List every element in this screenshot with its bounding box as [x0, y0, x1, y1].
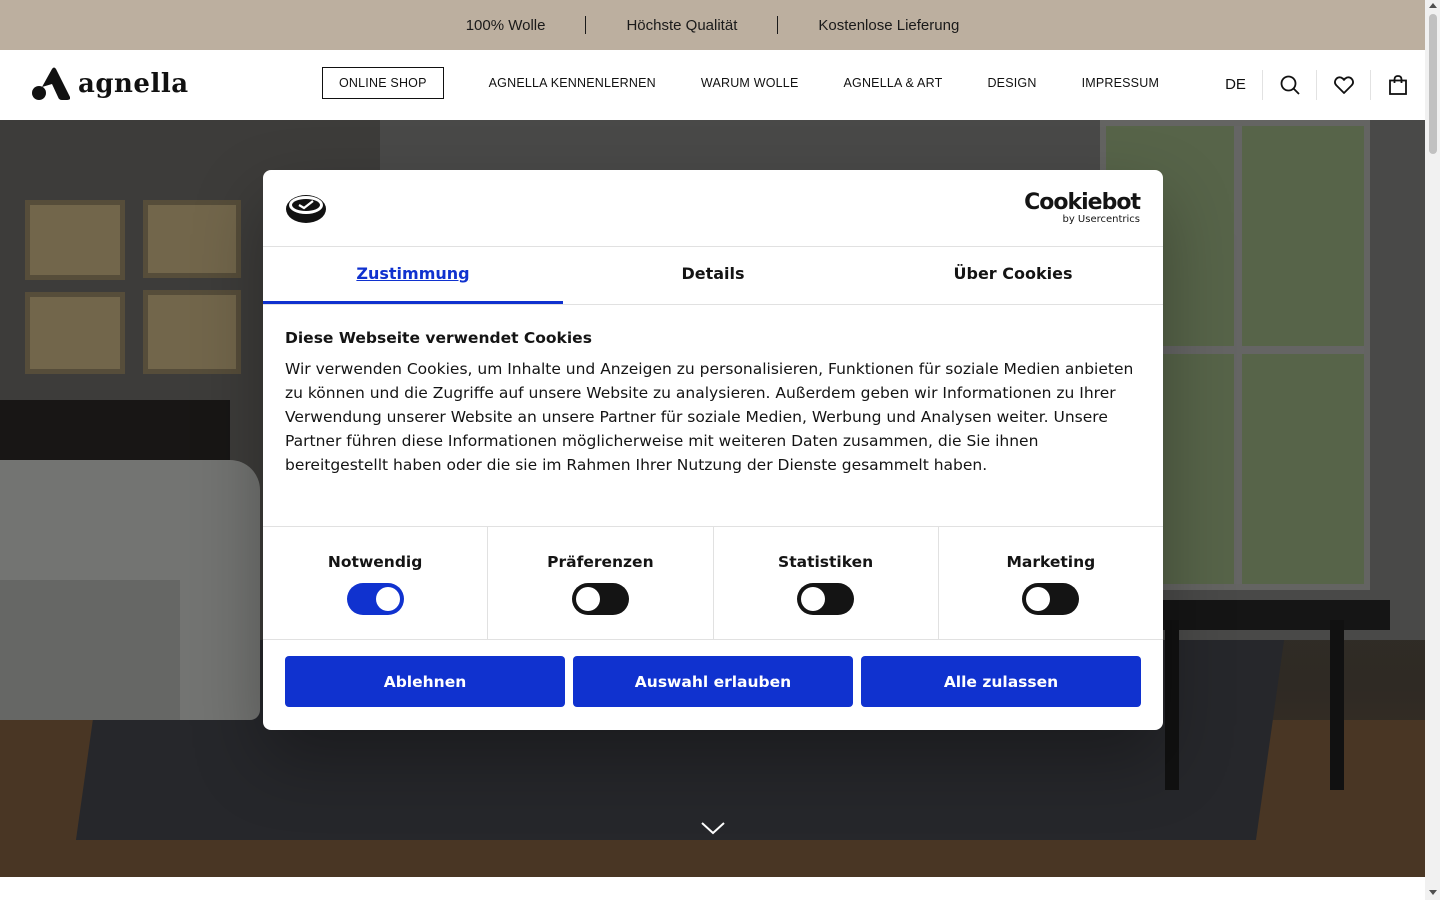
main-nav: ONLINE SHOP AGNELLA KENNENLERNEN WARUM W… [322, 67, 1204, 99]
toggle-notwendig[interactable] [346, 583, 404, 615]
nav-impressum[interactable]: IMPRESSUM [1082, 76, 1160, 90]
allow-all-button[interactable]: Alle zulassen [861, 656, 1141, 707]
search-icon [1280, 75, 1300, 95]
nav-agnella-kennenlernen[interactable]: AGNELLA KENNENLERNEN [489, 76, 656, 90]
tab-details[interactable]: Details [563, 247, 863, 304]
nav-design[interactable]: DESIGN [987, 76, 1036, 90]
cookiebot-subtitle: by Usercentrics [1062, 214, 1140, 225]
promo-item-wool: 100% Wolle [465, 16, 546, 34]
cart-button[interactable] [1371, 70, 1425, 100]
dialog-buttons: Ablehnen Auswahl erlauben Alle zulassen [263, 640, 1163, 723]
agnella-logo-icon [32, 67, 70, 100]
toggle-label-marketing: Marketing [1006, 553, 1096, 571]
dialog-text: Wir verwenden Cookies, um Inhalte und An… [285, 360, 1134, 474]
scroll-down-arrow[interactable] [1429, 890, 1437, 895]
dialog-tabs: Zustimmung Details Über Cookies [263, 247, 1163, 305]
cookie-logo-icon [286, 195, 326, 223]
dialog-title: Diese Webseite verwendet Cookies [285, 329, 592, 347]
toggle-label-statistiken: Statistiken [778, 553, 874, 571]
promo-bar: 100% Wolle Höchste Qualität Kostenlose L… [0, 0, 1425, 50]
site-logo[interactable]: agnella [32, 67, 189, 101]
toggle-label-notwendig: Notwendig [327, 553, 423, 571]
toggle-label-praeferenzen: Präferenzen [547, 553, 654, 571]
search-button[interactable] [1263, 70, 1317, 100]
toggle-group-statistiken: Statistiken [714, 527, 939, 639]
scroll-up-arrow[interactable] [1429, 3, 1437, 8]
consent-toggles: Notwendig Präferenzen Statistiken Market… [263, 526, 1163, 640]
dialog-body: Diese Webseite verwendet Cookies Wir ver… [263, 305, 1163, 526]
cookiebot-brand[interactable]: Cookiebot by Usercentrics [1024, 190, 1141, 226]
logo-text: agnella [78, 69, 189, 99]
cookie-consent-dialog: Cookiebot by Usercentrics Zustimmung Det… [263, 170, 1163, 730]
heart-icon [1333, 76, 1354, 94]
toggle-statistiken[interactable] [797, 583, 855, 615]
cookiebot-name: Cookiebot [1024, 190, 1141, 215]
toggle-praeferenzen[interactable] [571, 583, 629, 615]
promo-item-quality: Höchste Qualität [626, 16, 738, 34]
page-scrollbar[interactable] [1425, 0, 1440, 900]
chevron-down-icon[interactable] [700, 820, 726, 836]
allow-selection-button[interactable]: Auswahl erlauben [573, 656, 853, 707]
tab-zustimmung[interactable]: Zustimmung [263, 247, 563, 304]
toggle-marketing[interactable] [1022, 583, 1080, 615]
toggle-group-notwendig: Notwendig [263, 527, 489, 639]
nav-online-shop[interactable]: ONLINE SHOP [322, 67, 444, 99]
toggle-group-marketing: Marketing [939, 527, 1163, 639]
dialog-header: Cookiebot by Usercentrics [263, 170, 1163, 247]
tab-ueber-cookies[interactable]: Über Cookies [863, 247, 1163, 304]
decline-button[interactable]: Ablehnen [285, 656, 565, 707]
nav-warum-wolle[interactable]: WARUM WOLLE [701, 76, 799, 90]
nav-agnella-art[interactable]: AGNELLA & ART [843, 76, 942, 90]
header-actions: DE [1209, 50, 1425, 120]
language-switcher[interactable]: DE [1209, 70, 1263, 100]
wishlist-button[interactable] [1317, 70, 1371, 100]
toggle-group-praeferenzen: Präferenzen [488, 527, 714, 639]
shopping-bag-icon [1389, 75, 1407, 95]
site-header: agnella ONLINE SHOP AGNELLA KENNENLERNEN… [0, 50, 1425, 120]
scrollbar-thumb[interactable] [1429, 14, 1437, 154]
promo-item-delivery: Kostenlose Lieferung [818, 16, 960, 34]
